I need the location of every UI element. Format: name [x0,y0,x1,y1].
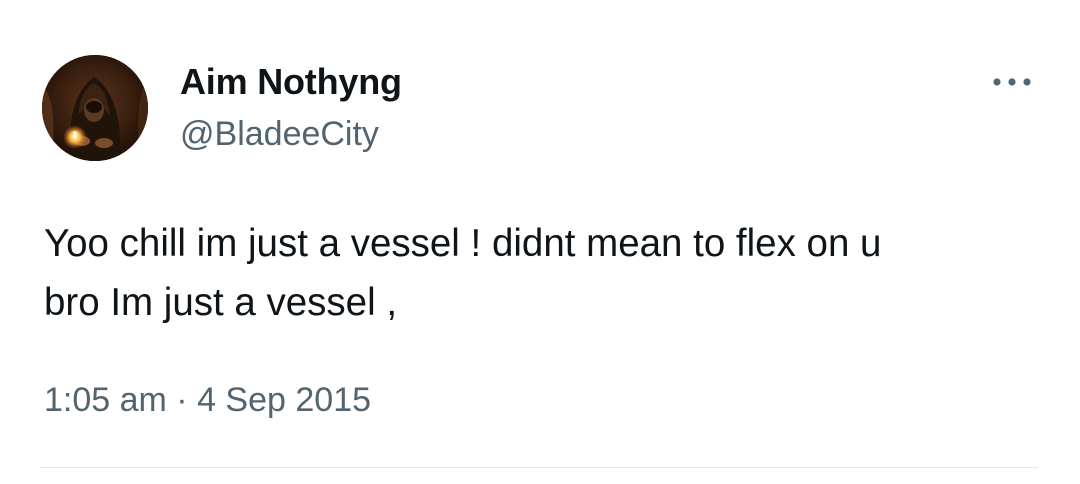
tweet-time[interactable]: 1:05 am [44,381,167,419]
meta-separator: · [166,381,198,419]
avatar-image [42,55,148,161]
avatar[interactable] [42,55,148,161]
divider [40,467,1038,468]
display-name[interactable]: Aim Nothyng [180,60,402,104]
more-horizontal-icon [993,78,1031,86]
tweet-date[interactable]: 4 Sep 2015 [197,381,371,419]
tweet-text: Yoo chill im just a vessel ! didnt mean … [44,222,882,324]
user-handle[interactable]: @BladeeCity [180,112,379,156]
tweet-card: Aim Nothyng @BladeeCity Yoo chill im jus… [0,0,1080,484]
more-options-button[interactable] [982,64,1042,100]
tweet-timestamp: 1:05 am · 4 Sep 2015 [44,378,371,422]
